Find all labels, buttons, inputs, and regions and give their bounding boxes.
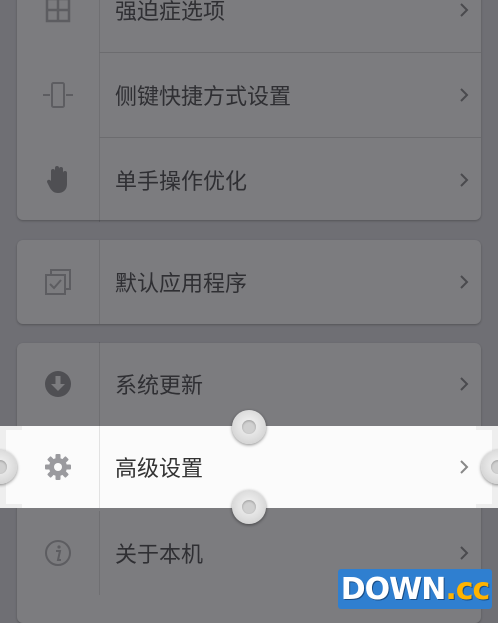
menu-item-default-apps[interactable]: 默认应用程序 <box>17 240 481 324</box>
chevron-right-icon <box>459 0 469 52</box>
menu-item-label: 侧键快捷方式设置 <box>115 85 292 110</box>
default-apps-icon <box>17 240 100 324</box>
menu-item-label: 强迫症选项 <box>115 0 226 25</box>
chevron-right-icon <box>459 53 469 137</box>
menu-item-one-hand-mode[interactable]: 单手操作优化 <box>17 138 481 222</box>
download-icon <box>17 342 100 426</box>
resize-handle-top[interactable] <box>232 410 266 444</box>
watermark-logo: DOWN .cc <box>338 569 492 609</box>
menu-item-label: 单手操作优化 <box>115 170 248 195</box>
menu-item-label: 高级设置 <box>115 457 204 482</box>
menu-item-label: 默认应用程序 <box>115 272 248 297</box>
menu-item-ocd-options[interactable]: 强迫症选项 <box>17 0 481 52</box>
watermark-suffix: .cc <box>445 571 490 607</box>
hand-icon <box>17 138 100 222</box>
grid-icon <box>17 0 100 52</box>
chevron-right-icon <box>459 342 469 426</box>
menu-item-label: 系统更新 <box>115 374 204 399</box>
chevron-right-icon <box>459 240 469 324</box>
menu-item-label: 关于本机 <box>115 543 204 568</box>
watermark-text: DOWN <box>340 571 447 607</box>
side-key-icon <box>17 53 100 137</box>
resize-handle-bottom[interactable] <box>232 490 266 524</box>
chevron-right-icon <box>459 426 469 508</box>
info-icon <box>17 511 100 595</box>
chevron-right-icon <box>459 138 469 222</box>
menu-item-side-key-shortcut[interactable]: 侧键快捷方式设置 <box>17 53 481 137</box>
gear-icon <box>17 426 100 508</box>
